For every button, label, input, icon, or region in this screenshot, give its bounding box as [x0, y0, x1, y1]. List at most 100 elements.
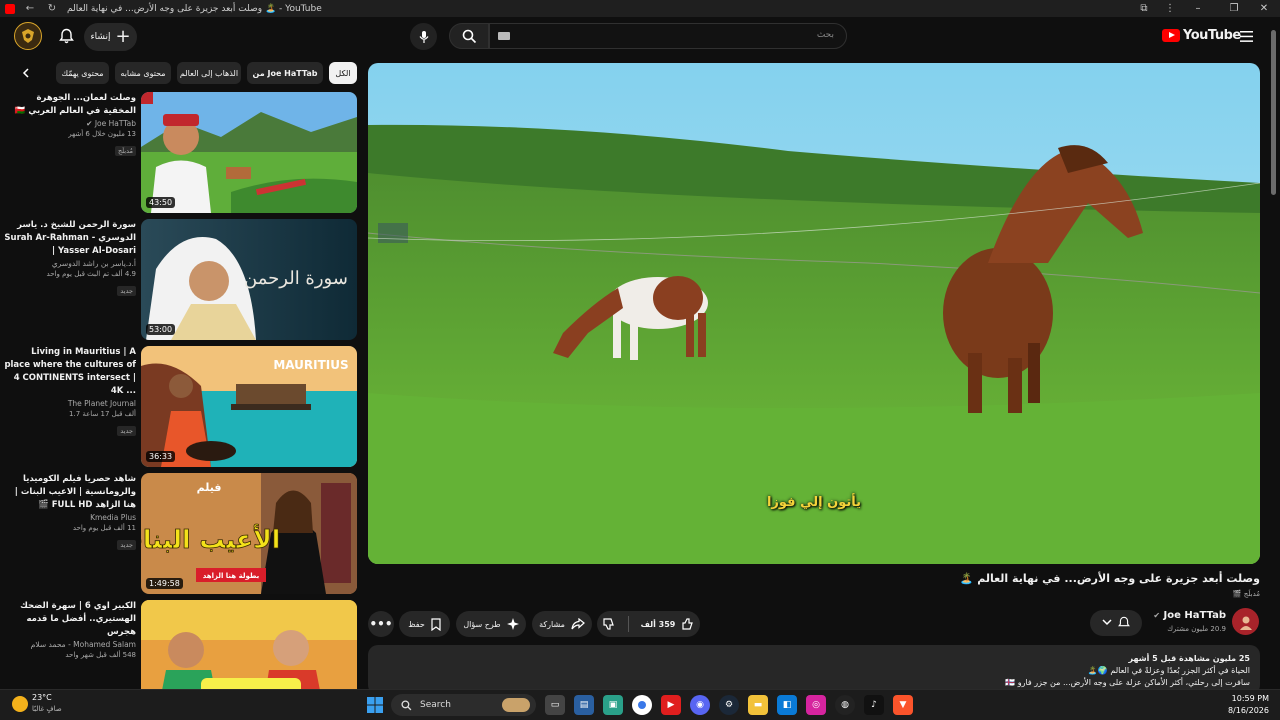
ask-label: طرح سؤال: [463, 619, 501, 629]
channel-name[interactable]: Mohamed Salam - محمد سلام: [4, 640, 136, 649]
dubbed-tag[interactable]: 🎬 مُدبلَج: [1233, 590, 1260, 598]
list-item[interactable]: فيلم الأعيب البنات بطولة هنا الزاهد 1:49…: [0, 473, 360, 595]
video-meta: 4.9 ألف تم البث قبل يوم واحد: [46, 270, 136, 278]
subscribed-button[interactable]: [1090, 610, 1142, 636]
channel-name[interactable]: Joe HaTTab ✔: [4, 119, 136, 128]
video-thumbnail[interactable]: MAURITIUS 36:33: [141, 346, 357, 467]
terminal-icon[interactable]: ▣: [603, 695, 623, 715]
start-button[interactable]: [365, 695, 385, 715]
store-icon[interactable]: ▤: [574, 695, 594, 715]
chevron-down-icon: [1102, 618, 1112, 628]
voice-search-button[interactable]: [410, 23, 437, 50]
video-title[interactable]: سورة الرحمن للشيخ د. ياسر الدوسري - Sura…: [4, 219, 136, 258]
channel-avatar[interactable]: [1232, 608, 1259, 635]
list-item[interactable]: 43:50 وصلت لعمان... الجوهرة المخفية في ا…: [0, 92, 360, 214]
weather-temp[interactable]: 23°C: [32, 693, 52, 702]
youtube-play-icon: [1162, 29, 1180, 42]
back-icon[interactable]: ←: [23, 3, 37, 14]
close-button[interactable]: ✕: [1246, 0, 1280, 17]
clock-time[interactable]: 10:59 PM: [1205, 694, 1269, 703]
thumb-movie-small: فيلم: [197, 481, 222, 494]
clock-date[interactable]: 8/16/2026: [1205, 706, 1269, 715]
duration-badge: 1:49:58: [146, 578, 183, 589]
list-item[interactable]: MAURITIUS 36:33 Living in Mauritius | A …: [0, 346, 360, 468]
chevron-left-icon[interactable]: [16, 63, 36, 83]
chip-travel[interactable]: الذهاب إلى العالم: [177, 62, 241, 84]
status-badge: جديد: [117, 286, 136, 296]
description-box[interactable]: 25 مليون مشاهدة قبل 5 أشهر الحياة في أكث…: [368, 645, 1260, 695]
chip-from-channel[interactable]: من Joe HaTTab: [247, 62, 323, 84]
video-meta: 1.7 ألف قبل 17 ساعة: [69, 410, 136, 418]
dislike-button[interactable]: [602, 617, 616, 631]
channel-name[interactable]: أ.د.ياسر بن راشد الدوسري: [4, 259, 136, 268]
video-title[interactable]: وصلت لعمان... الجوهرة المخفية في العالم …: [4, 92, 136, 118]
obs-icon[interactable]: ◍: [835, 695, 855, 715]
video-thumbnail[interactable]: [141, 600, 357, 689]
taskbar-search[interactable]: Search: [391, 694, 536, 716]
scrollbar-thumb[interactable]: [1271, 30, 1276, 195]
youtube-logo[interactable]: YouTube: [1162, 28, 1241, 43]
share-label: مشاركة: [539, 619, 565, 629]
instagram-icon[interactable]: ◎: [806, 695, 826, 715]
youtube-app-icon[interactable]: ▶: [661, 695, 681, 715]
video-title[interactable]: الكبير اوي 6 | سهرة الضحك الهستيري.. أفض…: [4, 600, 136, 639]
video-title[interactable]: شاهد حصريا فيلم الكوميديا والرومانسية | …: [4, 473, 136, 512]
file-explorer-icon[interactable]: ▬: [748, 695, 768, 715]
plus-icon: +: [115, 26, 131, 47]
chip-interest[interactable]: محتوى يهمّك: [56, 62, 109, 84]
more-actions-button[interactable]: •••: [368, 611, 394, 637]
search-button[interactable]: [449, 23, 489, 49]
page-scrollbar[interactable]: [1270, 28, 1278, 688]
duration-badge: 36:33: [146, 451, 176, 462]
avatar[interactable]: [14, 22, 42, 50]
steam-icon[interactable]: ⚙: [719, 695, 739, 715]
video-info: الكبير اوي 6 | سهرة الضحك الهستيري.. أفض…: [4, 600, 136, 659]
discord-icon[interactable]: ◉: [690, 695, 710, 715]
search-icon: [401, 699, 412, 710]
more-horizontal-icon: •••: [369, 617, 393, 631]
like-button[interactable]: [681, 617, 695, 631]
chip-similar[interactable]: محتوى مشابه: [115, 62, 171, 84]
crest-icon: [22, 29, 34, 43]
bell-icon: [58, 28, 74, 44]
menu-button[interactable]: [1236, 26, 1256, 46]
tiktok-icon[interactable]: ♪: [864, 695, 884, 715]
video-thumbnail[interactable]: 43:50: [141, 92, 357, 213]
video-meta: 11 ألف قبل يوم واحد: [72, 524, 136, 532]
weather-text[interactable]: صافٍ غالبًا: [32, 705, 62, 713]
video-meta: 13 مليون خلال 6 أشهر: [68, 130, 136, 138]
like-dislike-group: 359 ألف: [597, 611, 700, 637]
brave-icon[interactable]: ▼: [893, 695, 913, 715]
create-label: إنشاء: [90, 32, 111, 42]
channel-name[interactable]: Kmedia Plus: [4, 513, 136, 522]
notifications-button[interactable]: [52, 22, 80, 50]
thumb-movie-big: الأعيب البنات: [141, 524, 280, 554]
app-icon[interactable]: ◧: [777, 695, 797, 715]
chrome-icon[interactable]: [632, 695, 652, 715]
video-thumbnail[interactable]: فيلم الأعيب البنات بطولة هنا الزاهد 1:49…: [141, 473, 357, 594]
list-item[interactable]: سورة الرحمن 53:00 سورة الرحمن للشيخ د. ي…: [0, 219, 360, 341]
view-count: 25 مليون مشاهدة قبل 5 أشهر: [1128, 654, 1250, 663]
share-button[interactable]: مشاركة: [532, 611, 592, 637]
keyboard-icon[interactable]: [498, 32, 510, 40]
video-player[interactable]: يأتون إلي فوزا: [368, 63, 1260, 564]
taskbar: 23°C صافٍ غالبًا Search ▭ ▤ ▣ ▶ ◉ ⚙ ▬ ◧ …: [0, 689, 1280, 720]
save-button[interactable]: حفظ: [399, 611, 450, 637]
hamburger-icon: [1239, 30, 1253, 42]
status-badge: مُدبلَج: [114, 146, 136, 156]
video-title[interactable]: Living in Mauritius | A place where the …: [4, 346, 136, 398]
minimize-button[interactable]: –: [1180, 0, 1216, 17]
video-title-main: وصلت أبعد جزيرة على وجه الأرض... في نهاي…: [959, 572, 1260, 585]
search-input[interactable]: بحث: [489, 23, 847, 49]
list-item[interactable]: الكبير اوي 6 | سهرة الضحك الهستيري.. أفض…: [0, 600, 360, 689]
task-view-icon[interactable]: ▭: [545, 695, 565, 715]
channel-name[interactable]: The Planet Journal: [4, 399, 136, 408]
video-frame[interactable]: [368, 63, 1260, 564]
create-button[interactable]: إنشاء +: [84, 23, 137, 51]
ask-button[interactable]: طرح سؤال: [456, 611, 526, 637]
reload-icon[interactable]: ↻: [45, 3, 59, 14]
chip-all[interactable]: الكل: [329, 62, 357, 84]
duration-badge: 43:50: [146, 197, 176, 208]
thumb-movie-tag: بطولة هنا الزاهد: [203, 572, 260, 580]
video-thumbnail[interactable]: سورة الرحمن 53:00: [141, 219, 357, 340]
